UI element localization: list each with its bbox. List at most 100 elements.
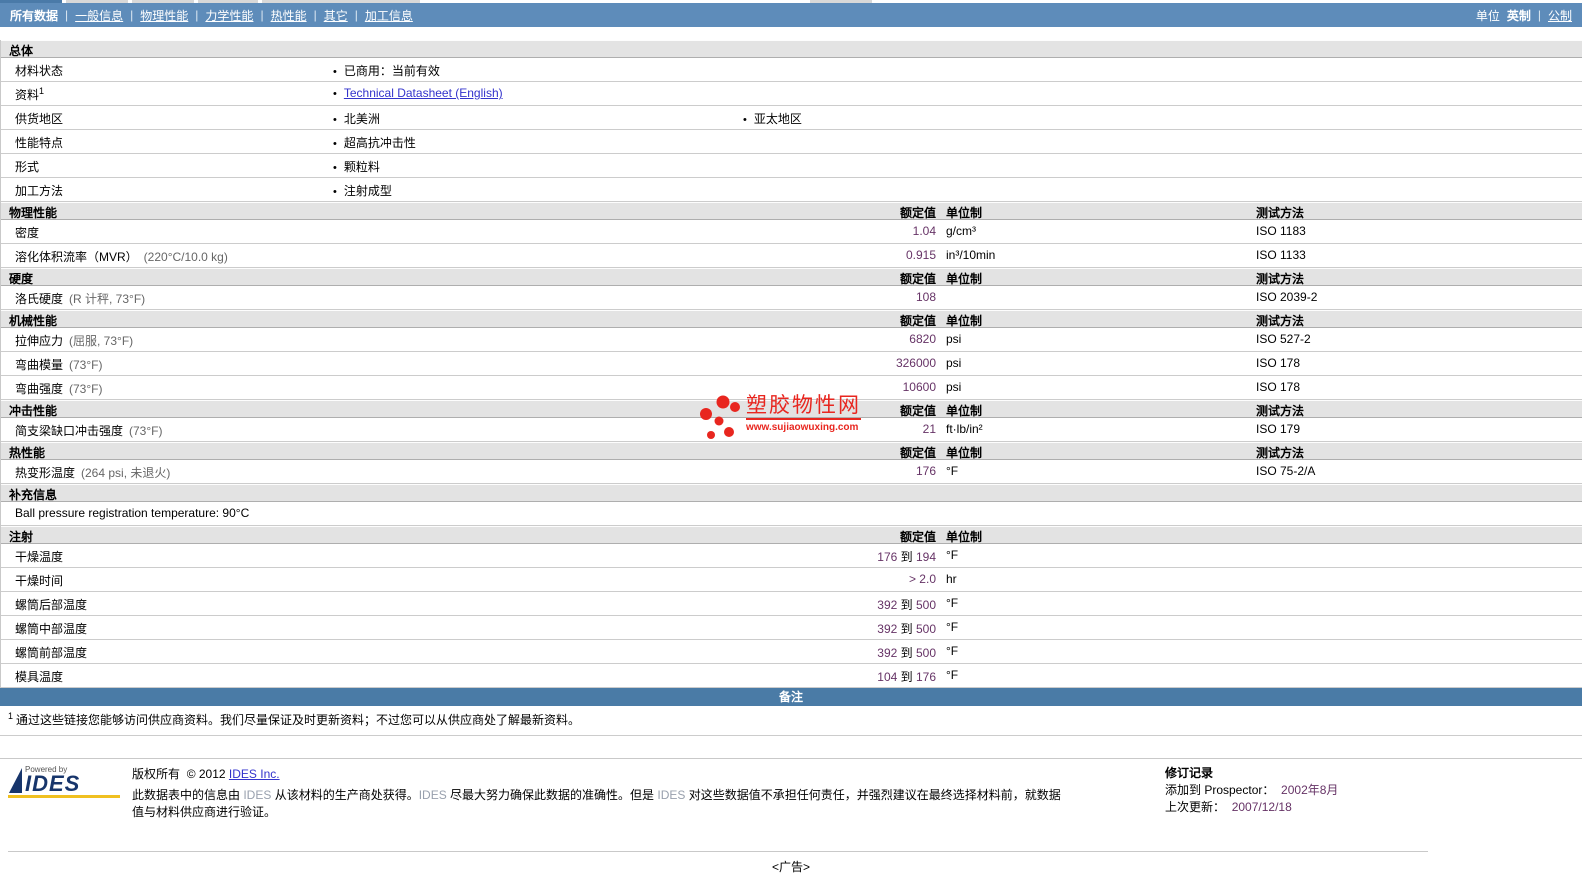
column-header-unit: 单位制 — [946, 314, 983, 328]
property-value: 21 — [821, 422, 936, 436]
column-header-test: 测试方法 — [1256, 446, 1305, 460]
property-name: 螺筒中部温度 — [15, 622, 88, 636]
nav-separator: | — [260, 8, 264, 22]
property-value: 176 — [821, 464, 936, 478]
tab-mechanical[interactable]: 力学性能 — [205, 7, 253, 24]
tab-thermal[interactable]: 热性能 — [271, 7, 307, 24]
property-name: 简支梁缺口冲击强度 (73°F) — [15, 424, 163, 438]
nav-tabs: 所有数据 | 一般信息 | 物理性能 | 力学性能 | 热性能 | 其它 | 加工信息 — [10, 7, 413, 24]
ides-logo-triangle-icon — [9, 768, 22, 793]
unit-metric-link[interactable]: 公制 — [1548, 7, 1572, 24]
table-row: 溶化体积流率（MVR） (220°C/10.0 kg) 0.915 in³/10min… — [1, 244, 1582, 268]
nav-separator: | — [313, 8, 317, 22]
footer: Powered by IDES 版权所有 © 2012 IDES Inc. 此数… — [0, 759, 1582, 837]
column-header-value: 额定值 — [899, 206, 936, 220]
bullet-icon: • — [333, 66, 337, 78]
property-unit: °F — [946, 668, 959, 682]
disclaimer-segment: IDES — [418, 788, 447, 802]
tab-strip-segment — [132, 0, 194, 3]
value-number: 21 — [922, 422, 936, 436]
bullet-item: • 超高抗冲击性 — [333, 134, 416, 151]
value-joiner: 到 — [897, 550, 916, 564]
property-name: 洛氏硬度 (R 计秤, 73°F) — [15, 292, 146, 306]
property-unit: ft·lb/in² — [946, 422, 983, 436]
units-label: 单位 — [1475, 8, 1500, 23]
property-name: 加工方法 — [15, 184, 64, 198]
bullet-text: 注射成型 — [343, 184, 392, 198]
property-unit: psi — [946, 332, 962, 346]
table-row: 供货地区 • 北美洲 • 亚太地区 — [1, 106, 1582, 130]
table-row: 螺筒中部温度 392 到 500 °F — [1, 616, 1582, 640]
table-row: 弯曲模量 (73°F) 326000 psi ISO 178 — [1, 352, 1582, 376]
value-number: > 2.0 — [908, 572, 936, 586]
copyright-label: 版权所有 — [132, 767, 181, 781]
bullet-item: • 北美洲 — [333, 110, 380, 127]
table-row: 性能特点 • 超高抗冲击性 — [1, 130, 1582, 154]
tab-physical[interactable]: 物理性能 — [140, 7, 188, 24]
bullet-icon: • — [333, 162, 337, 174]
revision-added-label: 添加到 Prospector： — [1165, 783, 1275, 797]
column-header-value: 额定值 — [899, 446, 936, 460]
table-row: 干燥时间 > 2.0 hr — [1, 568, 1582, 592]
disclaimer-segment: 此数据表中的信息由 — [132, 788, 244, 802]
bullet-item: • 亚太地区 — [743, 110, 802, 127]
ad-placeholder: <广告> — [771, 860, 811, 874]
column-header-value: 额定值 — [899, 404, 936, 418]
revision-history: 修订记录 添加到 Prospector： 2002年8月 上次更新： 2007/… — [1165, 765, 1338, 816]
property-value: > 2.0 — [821, 572, 936, 586]
value-number: 10600 — [902, 380, 936, 394]
property-unit: °F — [946, 548, 959, 562]
table-row: 弯曲强度 (73°F) 10600 psi ISO 178 — [1, 376, 1582, 400]
table-row: 洛氏硬度 (R 计秤, 73°F) 108 ISO 2039-2 — [1, 286, 1582, 310]
bullet-item: • Technical Datasheet (English) — [333, 86, 503, 100]
table-row: 材料状态 • 已商用：当前有效 — [1, 58, 1582, 82]
section-title: 总体 — [9, 44, 34, 58]
column-header-value: 额定值 — [899, 314, 936, 328]
property-unit: °F — [946, 596, 959, 610]
property-unit: °F — [946, 644, 959, 658]
property-value: 108 — [821, 290, 936, 304]
property-name: 热变形温度 (264 psi, 未退火) — [15, 466, 171, 480]
column-header-unit: 单位制 — [946, 530, 983, 544]
column-header-unit: 单位制 — [946, 404, 983, 418]
property-name: 拉伸应力 (屈服, 73°F) — [15, 334, 134, 348]
property-value: 104 到 176 — [821, 668, 936, 685]
disclaimer-text: 此数据表中的信息由 IDES 从该材料的生产商处获得。IDES 尽最大努力确保此… — [132, 786, 1072, 820]
tab-processing[interactable]: 加工信息 — [365, 7, 413, 24]
property-unit: g/cm³ — [946, 224, 976, 238]
property-table: 总体 材料状态 • 已商用：当前有效 资料1 • Technical Datasheet (… — [0, 40, 1582, 688]
bullet-item: • 颗粒料 — [333, 158, 380, 175]
tab-strip-segment — [66, 0, 128, 3]
value-number: 108 — [915, 290, 936, 304]
value-number: 104 — [877, 670, 898, 684]
table-row: Ball pressure registration temperature: … — [1, 502, 1582, 526]
property-value: 176 到 194 — [821, 548, 936, 565]
test-method: ISO 527-2 — [1256, 332, 1311, 346]
property-name: 干燥时间 — [15, 574, 64, 588]
column-header-test: 测试方法 — [1256, 404, 1305, 418]
column-header-unit: 单位制 — [946, 446, 983, 460]
bullet-item: • 注射成型 — [333, 182, 392, 199]
table-row: 热变形温度 (264 psi, 未退火) 176 °F ISO 75-2/A — [1, 460, 1582, 484]
tab-all-data: 所有数据 — [10, 8, 59, 23]
bullet-text: 颗粒料 — [343, 160, 380, 174]
ides-inc-link[interactable]: IDES Inc. — [229, 767, 280, 781]
value-number: 6820 — [909, 332, 936, 346]
tab-other[interactable]: 其它 — [324, 7, 348, 24]
property-condition: (R 计秤, 73°F) — [69, 292, 146, 306]
section-title: 热性能 — [9, 446, 46, 460]
datasheet-link[interactable]: Technical Datasheet (English) — [344, 86, 503, 100]
bullet-text: 超高抗冲击性 — [343, 136, 416, 150]
section-header: 补充信息 — [1, 484, 1582, 502]
section-title: 补充信息 — [9, 488, 58, 502]
tab-general-info[interactable]: 一般信息 — [75, 7, 123, 24]
value-number: 500 — [915, 646, 936, 660]
bullet-text: 已商用：当前有效 — [343, 64, 440, 78]
section-title: 硬度 — [9, 272, 34, 286]
value-joiner: 到 — [897, 622, 916, 636]
footnote: 1 通过这些链接您能够访问供应商资料。我们尽量保证及时更新资料；不过您可以从供应商… — [0, 706, 1582, 736]
test-method: ISO 1183 — [1256, 224, 1306, 238]
value-number: 176 — [915, 464, 936, 478]
column-header-unit: 单位制 — [946, 272, 983, 286]
disclaimer-segment: 从该材料的生产商处获得。 — [271, 788, 419, 802]
